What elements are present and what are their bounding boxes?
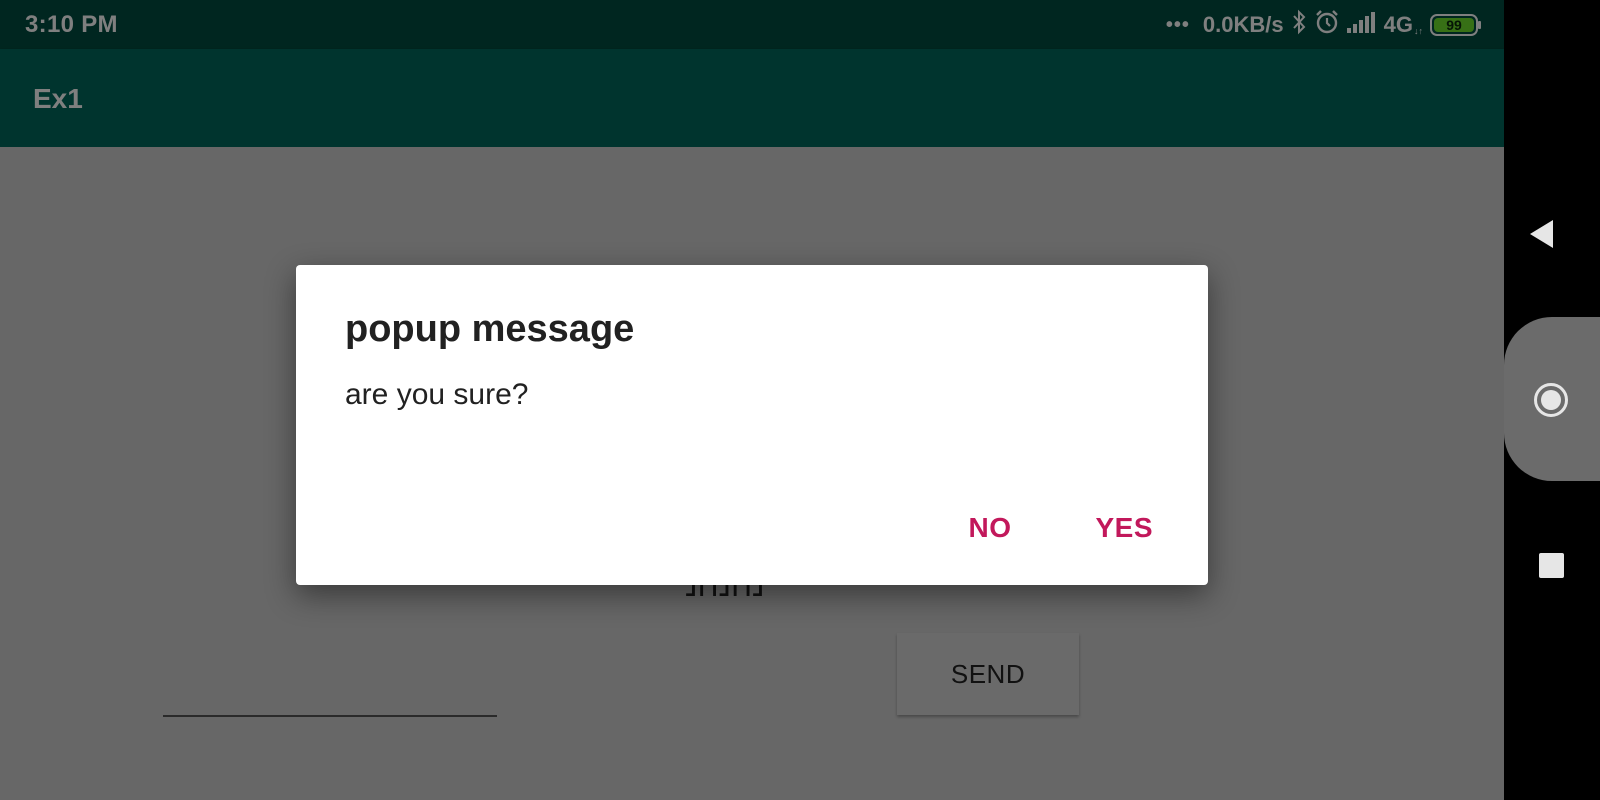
phone-screen: 3:10 PM ••• 0.0KB/s 4G ↓↑ 99 Ex1 נח xyxy=(0,0,1504,800)
recents-square-icon[interactable] xyxy=(1539,553,1564,578)
home-circle-icon[interactable] xyxy=(1534,383,1568,417)
alert-dialog: popup message are you sure? NO YES xyxy=(296,265,1208,585)
dialog-actions: NO YES xyxy=(968,512,1153,544)
yes-button[interactable]: YES xyxy=(1095,512,1153,544)
back-triangle-icon[interactable] xyxy=(1530,220,1553,248)
dialog-title: popup message xyxy=(345,308,635,350)
dialog-message: are you sure? xyxy=(345,378,529,411)
navigation-bar xyxy=(1504,0,1600,800)
no-button[interactable]: NO xyxy=(968,512,1011,544)
